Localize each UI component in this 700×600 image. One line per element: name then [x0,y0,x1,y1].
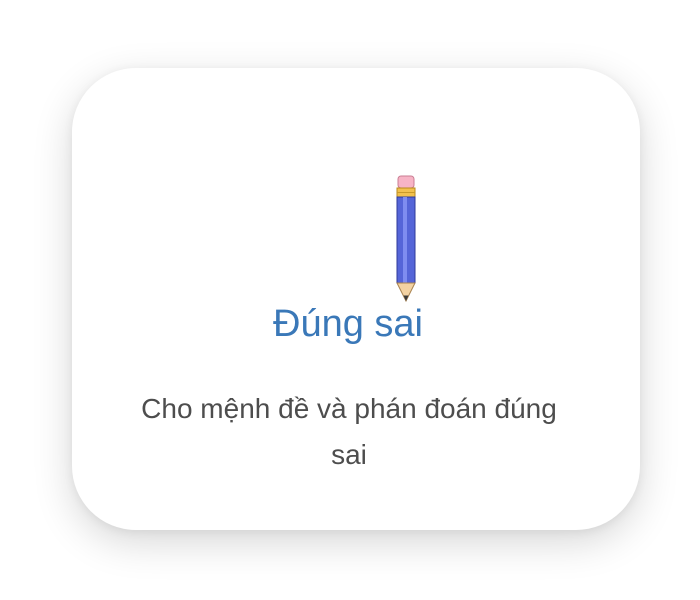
pencil-icon [394,174,418,304]
card-description: Cho mệnh đề và phán đoán đúng sai [141,393,557,470]
dung-sai-card[interactable]: Đúng sai Cho mệnh đề và phán đoán đúng s… [72,68,640,530]
card-title: Đúng sai [273,303,423,345]
